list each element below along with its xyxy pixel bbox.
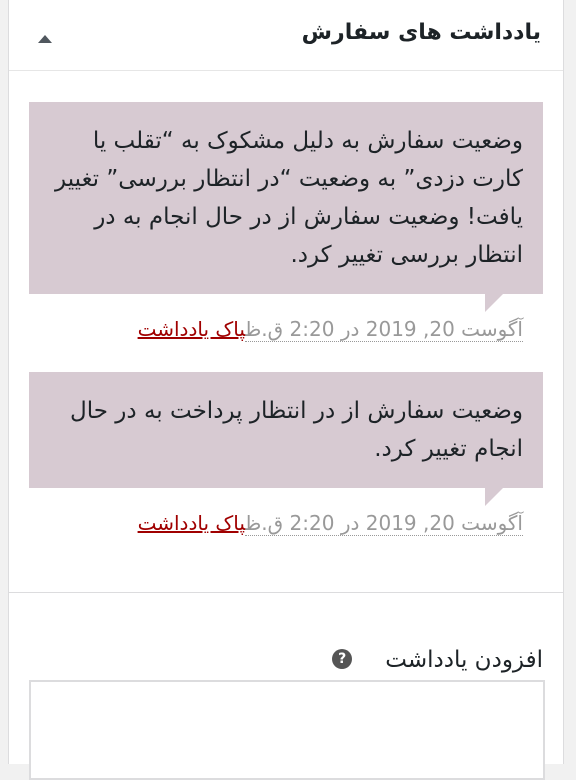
delete-note-link[interactable]: پاک یادداشت	[138, 317, 246, 341]
notes-list: وضعیت سفارش به دلیل مشکوک به “تقلب یا کا…	[9, 102, 563, 538]
section-divider	[9, 592, 563, 593]
note-content: وضعیت سفارش از در انتظار پرداخت به در حا…	[29, 372, 543, 506]
note-date: آگوست 20, 2019 در 2:20 ق.ظ	[245, 317, 523, 342]
note-item: وضعیت سفارش از در انتظار پرداخت به در حا…	[29, 372, 543, 538]
question-circle-icon[interactable]: ?	[332, 649, 353, 669]
note-date: آگوست 20, 2019 در 2:20 ق.ظ	[245, 511, 523, 536]
delete-note-link[interactable]: پاک یادداشت	[138, 511, 246, 535]
note-meta: آگوست 20, 2019 در 2:20 ق.ظپاک یادداشت	[29, 488, 543, 538]
order-notes-panel: یادداشت های سفارش وضعیت سفارش به دلیل مش…	[8, 0, 564, 780]
collapse-toggle-button[interactable]	[31, 26, 59, 50]
triangle-up-icon	[38, 35, 52, 43]
panel-title: یادداشت های سفارش	[301, 20, 541, 45]
add-note-textarea[interactable]	[29, 680, 545, 780]
note-content: وضعیت سفارش به دلیل مشکوک به “تقلب یا کا…	[29, 102, 543, 312]
add-note-label: افزودن یادداشت	[385, 647, 543, 673]
add-note-section: افزودن یادداشت ?	[29, 640, 543, 680]
panel-header: یادداشت های سفارش	[9, 0, 563, 71]
note-item: وضعیت سفارش به دلیل مشکوک به “تقلب یا کا…	[29, 102, 543, 344]
note-meta: آگوست 20, 2019 در 2:20 ق.ظپاک یادداشت	[29, 294, 543, 344]
